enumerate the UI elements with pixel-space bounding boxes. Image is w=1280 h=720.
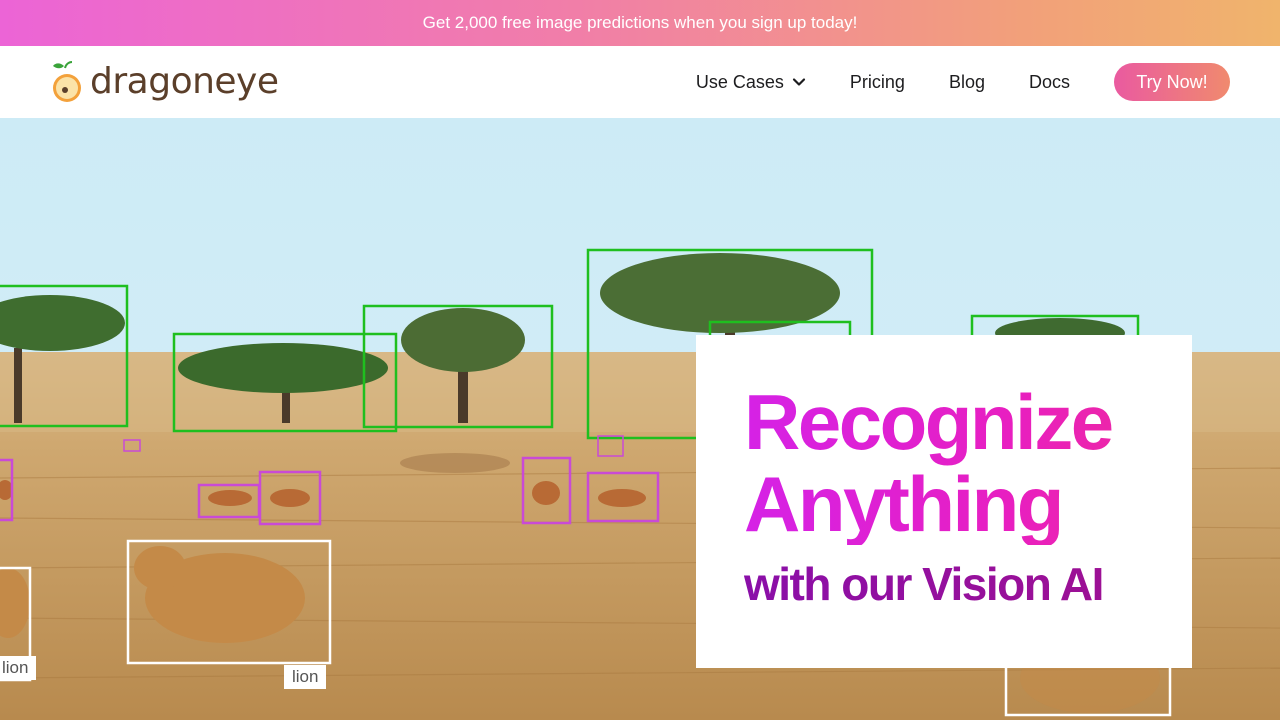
try-now-button[interactable]: Try Now! [1114, 63, 1230, 101]
promo-text: Get 2,000 free image predictions when yo… [422, 13, 858, 32]
top-navigation: dragoneye Use Cases Pricing Blog Docs Tr… [0, 46, 1280, 118]
nav-item-pricing[interactable]: Pricing [850, 72, 905, 93]
nav-item-blog[interactable]: Blog [949, 72, 985, 93]
hero-subheadline: with our Vision AI [744, 557, 1192, 611]
nav-item-label: Pricing [849, 71, 905, 92]
nav-item-label: Use Cases [695, 71, 784, 92]
dragonfruit-icon [53, 61, 81, 102]
brand-name: dragoneye [90, 61, 279, 102]
promo-banner[interactable]: Get 2,000 free image predictions when yo… [0, 0, 1280, 46]
nav-item-label: Docs [1028, 71, 1070, 92]
brand-logo[interactable]: dragoneye [50, 60, 279, 104]
chevron-down-icon [792, 78, 806, 86]
nav-item-docs[interactable]: Docs [1029, 72, 1070, 93]
nav-links: Use Cases Pricing Blog Docs [696, 46, 1070, 118]
headline-line: Anything [744, 460, 1062, 548]
detection-label: lion [0, 656, 37, 680]
hero-card: Recognize Anything with our Vision AI [696, 335, 1192, 668]
nav-item-label: Blog [948, 71, 985, 92]
detection-label: lion [284, 665, 327, 689]
nav-item-use-cases[interactable]: Use Cases [696, 72, 806, 93]
headline-line: Recognize [744, 378, 1112, 466]
hero-headline: Recognize Anything [744, 381, 1192, 545]
